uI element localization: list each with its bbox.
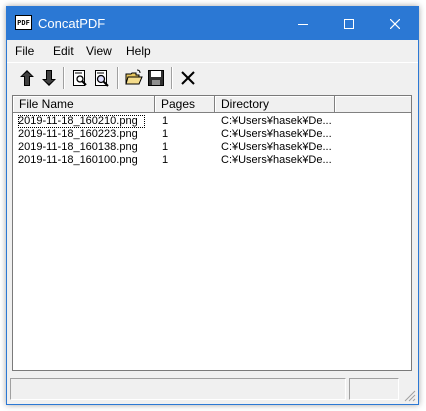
- status-panel-secondary: [349, 378, 399, 400]
- minimize-button[interactable]: [280, 7, 326, 40]
- directory-cell: C:¥Users¥hasek¥De...: [221, 154, 332, 166]
- resize-grip-icon[interactable]: [404, 390, 416, 402]
- status-bar: [7, 375, 418, 404]
- minimize-icon: [298, 23, 308, 25]
- toolbar: [7, 62, 418, 96]
- menu-view[interactable]: View: [86, 44, 112, 58]
- directory-cell: C:¥Users¥hasek¥De...: [221, 128, 332, 140]
- file-list[interactable]: File Name Pages Directory 2019-11-18_160…: [12, 95, 412, 371]
- maximize-icon: [344, 18, 354, 29]
- pages-cell: 1: [162, 154, 169, 166]
- list-item[interactable]: 2019-11-18_160210.png 1 C:¥Users¥hasek¥D…: [13, 115, 411, 128]
- column-header-file-name[interactable]: File Name: [13, 96, 155, 113]
- move-down-icon: [42, 70, 56, 86]
- delete-button[interactable]: [177, 67, 199, 89]
- menu-edit[interactable]: Edit: [53, 44, 74, 58]
- preview-button[interactable]: [69, 67, 91, 89]
- column-header-pages[interactable]: Pages: [155, 96, 215, 113]
- menu-file[interactable]: File: [15, 44, 34, 58]
- toolbar-separator: [117, 67, 119, 89]
- close-button[interactable]: [372, 7, 418, 40]
- toolbar-separator: [171, 67, 173, 89]
- zoom-preview-icon: [95, 70, 109, 87]
- status-panel-main: [10, 378, 346, 400]
- toolbar-separator: [63, 67, 65, 89]
- file-name-cell: 2019-11-18_160210.png: [18, 115, 145, 128]
- window-title: ConcatPDF: [38, 16, 106, 31]
- menu-help[interactable]: Help: [126, 44, 151, 58]
- delete-icon: [181, 71, 195, 85]
- title-bar[interactable]: PDF ConcatPDF: [7, 7, 418, 40]
- pdf-app-icon: PDF: [15, 15, 32, 30]
- pages-cell: 1: [162, 141, 169, 153]
- close-icon: [390, 18, 400, 29]
- file-name-cell: 2019-11-18_160138.png: [18, 141, 138, 153]
- list-header: File Name Pages Directory: [13, 96, 411, 113]
- save-icon: [148, 70, 164, 86]
- save-button[interactable]: [145, 67, 167, 89]
- column-header-directory[interactable]: Directory: [215, 96, 335, 113]
- move-up-button[interactable]: [16, 67, 38, 89]
- open-folder-icon: [125, 69, 143, 85]
- list-item[interactable]: 2019-11-18_160100.png 1 C:¥Users¥hasek¥D…: [13, 154, 411, 167]
- list-item[interactable]: 2019-11-18_160138.png 1 C:¥Users¥hasek¥D…: [13, 141, 411, 154]
- menu-bar: File Edit View Help: [7, 40, 418, 62]
- maximize-button[interactable]: [326, 7, 372, 40]
- pages-cell: 1: [162, 128, 169, 140]
- directory-cell: C:¥Users¥hasek¥De...: [221, 115, 332, 127]
- pages-cell: 1: [162, 115, 169, 127]
- move-down-button[interactable]: [38, 67, 60, 89]
- move-up-icon: [20, 70, 34, 86]
- directory-cell: C:¥Users¥hasek¥De...: [221, 141, 332, 153]
- file-name-cell: 2019-11-18_160100.png: [18, 154, 138, 166]
- list-item[interactable]: 2019-11-18_160223.png 1 C:¥Users¥hasek¥D…: [13, 128, 411, 141]
- open-folder-button[interactable]: [123, 67, 145, 89]
- app-window: PDF ConcatPDF File Edit View Help File N…: [6, 6, 419, 405]
- column-header-filler: [335, 96, 411, 113]
- zoom-preview-button[interactable]: [91, 67, 113, 89]
- file-name-cell: 2019-11-18_160223.png: [18, 128, 138, 140]
- preview-icon: [73, 70, 87, 86]
